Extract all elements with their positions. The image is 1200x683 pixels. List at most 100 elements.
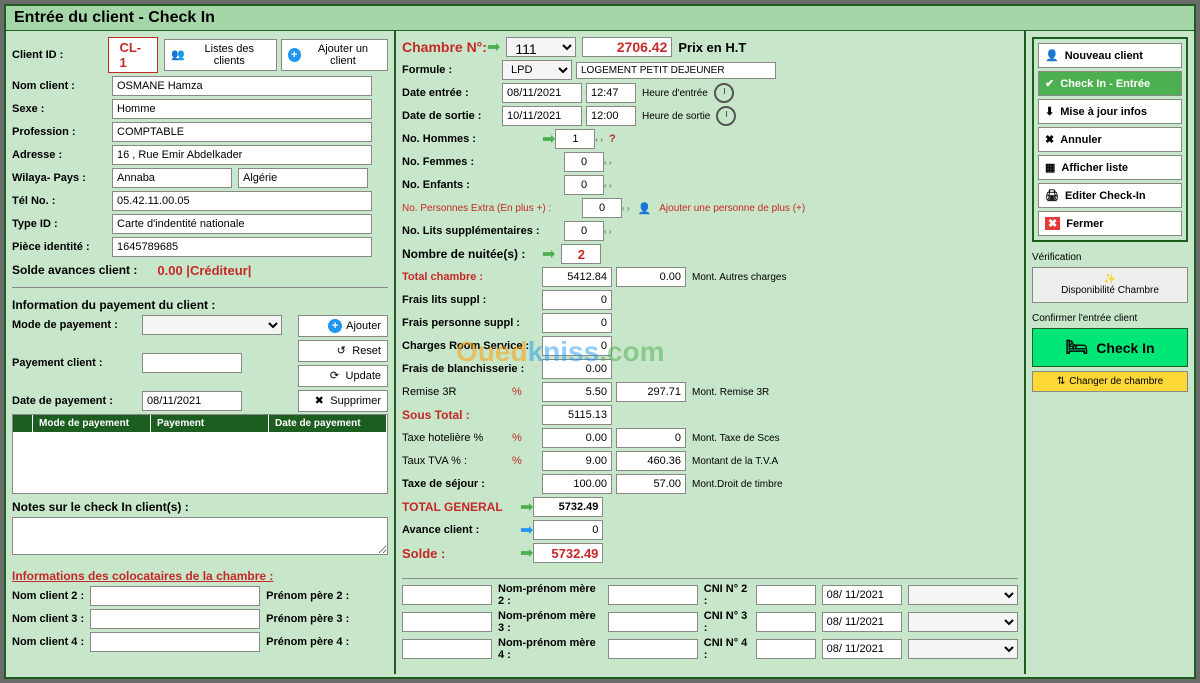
typeid-input[interactable] [112, 214, 372, 234]
coloc-mere-input[interactable] [608, 639, 698, 659]
adr-input[interactable] [112, 145, 372, 165]
coloc-nom-input[interactable] [90, 586, 260, 606]
remise-hint: Mont. Remise 3R [692, 387, 769, 398]
coloc-date-input[interactable] [822, 612, 902, 632]
bed-icon: 🛏 [1065, 337, 1088, 358]
editer-button[interactable]: 🖨Editer Check-In [1038, 183, 1182, 208]
frais-lits-label: Frais lits suppl : [402, 294, 542, 306]
spinner[interactable]: ‹ › [604, 158, 612, 167]
taxe-hot-input[interactable] [542, 428, 612, 448]
pay-reset-button[interactable]: ↺Reset [298, 340, 388, 362]
fermer-button[interactable]: ✖Fermer [1038, 211, 1182, 236]
spinner[interactable]: ‹ › [604, 181, 612, 190]
sejour-val-input[interactable] [616, 474, 686, 494]
piece-input[interactable] [112, 237, 372, 257]
arrow-right-icon: ➡ [520, 543, 533, 563]
coloc-select[interactable] [908, 612, 1018, 632]
coloc-pere-input[interactable] [402, 585, 492, 605]
pay-add-button[interactable]: +Ajouter [298, 315, 388, 337]
nuits-input[interactable] [561, 244, 601, 264]
adr-label: Adresse : [12, 149, 112, 161]
tva-val-input[interactable] [616, 451, 686, 471]
hommes-input[interactable] [555, 129, 595, 149]
tel-input[interactable] [112, 191, 372, 211]
tva-input[interactable] [542, 451, 612, 471]
enfants-input[interactable] [564, 175, 604, 195]
arrow-right-icon: ➡ [487, 37, 500, 57]
checkin-button[interactable]: 🛏Check In [1032, 328, 1188, 367]
room-svc-input[interactable] [542, 336, 612, 356]
coloc-date-input[interactable] [822, 585, 902, 605]
coloc-mere-input[interactable] [608, 585, 698, 605]
frais-lits-input[interactable] [542, 290, 612, 310]
coloc-cni-label: CNI N° 2 : [704, 583, 750, 607]
maj-button[interactable]: ⬇Mise à jour infos [1038, 99, 1182, 124]
coloc-nom-input[interactable] [90, 632, 260, 652]
user-plus-icon: 👤 [1045, 49, 1059, 62]
coloc-mere-input[interactable] [608, 612, 698, 632]
femmes-input[interactable] [564, 152, 604, 172]
coloc-nom-input[interactable] [90, 609, 260, 629]
spinner[interactable]: ‹ › [622, 204, 630, 213]
sexe-label: Sexe : [12, 103, 112, 115]
prof-input[interactable] [112, 122, 372, 142]
mode-select[interactable] [142, 315, 282, 335]
avance-input[interactable] [533, 520, 603, 540]
prix-input[interactable] [582, 37, 672, 57]
solde-input[interactable] [533, 543, 603, 563]
pays-input[interactable] [238, 168, 368, 188]
formule-desc: LOGEMENT PETIT DEJEUNER [576, 62, 776, 79]
taxe-hot-label: Taxe hotelière % [402, 432, 512, 444]
coloc-cni-input[interactable] [756, 612, 816, 632]
coloc-pere-input[interactable] [402, 639, 492, 659]
cancel-icon: ✖ [1045, 133, 1054, 146]
total-gen-input[interactable] [533, 497, 603, 517]
afficher-liste-button[interactable]: ▦Afficher liste [1038, 155, 1182, 180]
sejour-input[interactable] [542, 474, 612, 494]
annuler-button[interactable]: ✖Annuler [1038, 127, 1182, 152]
spinner[interactable]: ‹ › [604, 227, 612, 236]
pay-update-button[interactable]: ⟳Update [298, 365, 388, 387]
lits-input[interactable] [564, 221, 604, 241]
coloc-pere-input[interactable] [402, 612, 492, 632]
extra-input[interactable] [582, 198, 622, 218]
dispo-button[interactable]: ✨ Disponibilité Chambre [1032, 267, 1188, 303]
close-icon: ✖ [1045, 217, 1060, 230]
nouveau-client-button[interactable]: 👤Nouveau client [1038, 43, 1182, 68]
date-in-input[interactable] [502, 83, 582, 103]
spinner[interactable]: ‹ › [595, 135, 603, 144]
clock-icon [714, 83, 734, 103]
formule-select[interactable]: LPD [502, 60, 572, 80]
blanch-input[interactable] [542, 359, 612, 379]
frais-pers-input[interactable] [542, 313, 612, 333]
add-client-button[interactable]: + Ajouter un client [281, 39, 388, 71]
wilaya-input[interactable] [112, 168, 232, 188]
time-out-input[interactable] [586, 106, 636, 126]
coloc-cni-input[interactable] [756, 585, 816, 605]
pay-date-input[interactable] [142, 391, 242, 411]
coloc-cni-input[interactable] [756, 639, 816, 659]
remise-val-input[interactable] [616, 382, 686, 402]
taxe-hot-val-input[interactable] [616, 428, 686, 448]
soustotal-input[interactable] [542, 405, 612, 425]
checkin-entree-button[interactable]: ✔Check In - Entrée [1038, 71, 1182, 96]
chambre-select[interactable]: 111 [506, 37, 576, 57]
time-in-input[interactable] [586, 83, 636, 103]
nom-input[interactable] [112, 76, 372, 96]
swap-icon: ⇅ [1057, 376, 1065, 387]
taxe-hot-hint: Mont. Taxe de Sces [692, 433, 780, 444]
date-out-input[interactable] [502, 106, 582, 126]
total-ch-input[interactable] [542, 267, 612, 287]
remise-pct-input[interactable] [542, 382, 612, 402]
autres-input[interactable] [616, 267, 686, 287]
coloc-select[interactable] [908, 639, 1018, 659]
changer-chambre-button[interactable]: ⇅Changer de chambre [1032, 371, 1188, 392]
list-clients-button[interactable]: 👥 Listes des clients [164, 39, 276, 71]
notes-textarea[interactable] [12, 517, 388, 555]
coloc-date-input[interactable] [822, 639, 902, 659]
pay-delete-button[interactable]: ✖Supprimer [298, 390, 388, 412]
sexe-input[interactable] [112, 99, 372, 119]
pay-client-input[interactable] [142, 353, 242, 373]
warn-icon: ? [609, 133, 616, 145]
coloc-select[interactable] [908, 585, 1018, 605]
